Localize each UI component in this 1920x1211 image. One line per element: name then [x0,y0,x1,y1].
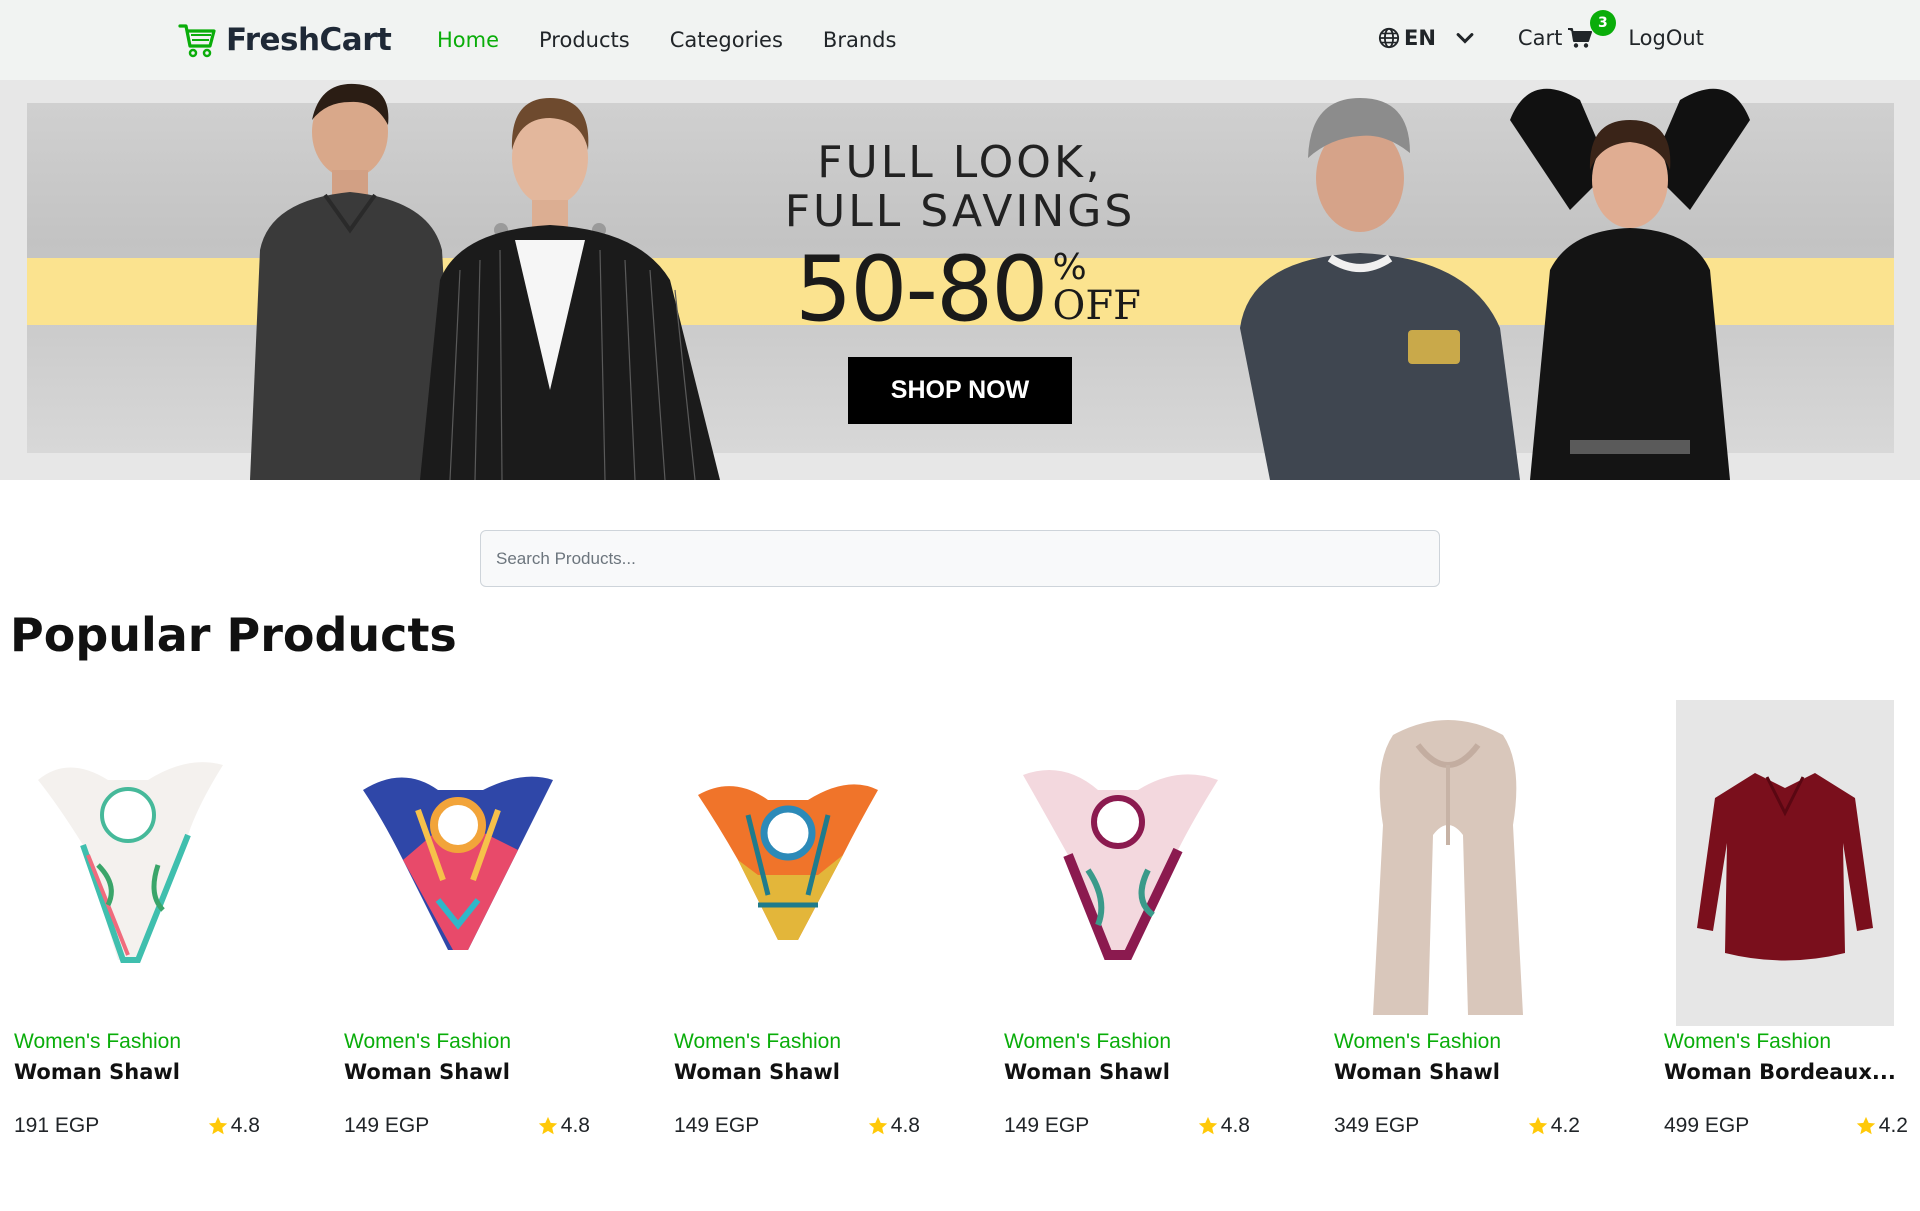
product-rating: 4.8 [207,1114,260,1138]
product-rating: 4.2 [1527,1114,1580,1138]
product-rating: 4.8 [537,1114,590,1138]
bordeaux-blouse-image [1697,773,1873,961]
cart-link[interactable]: Cart 3 [1517,10,1616,50]
product-price: 499 EGP [1664,1114,1750,1137]
chevron-down-icon [1456,33,1474,44]
discount-percent: % [1052,247,1087,288]
rating-value: 4.2 [1550,1114,1580,1137]
globe-icon [1378,27,1400,49]
beige-shawl-image [1372,720,1523,1015]
rating-value: 4.8 [890,1114,920,1137]
rating-value: 4.8 [230,1114,260,1137]
product-card[interactable]: Women's Fashion Woman Shawl 349 EGP 4.2 [1330,700,1580,1160]
rating-value: 4.2 [1878,1114,1908,1137]
product-price: 191 EGP [14,1114,100,1137]
nav-products[interactable]: Products [539,26,630,54]
hero-discount: 50-80 % OFF [795,240,1141,340]
star-icon [868,1116,887,1135]
product-image[interactable] [340,700,575,1030]
product-title[interactable]: Woman Shawl [344,1060,584,1084]
product-category: Women's Fashion [14,1030,182,1053]
product-image[interactable] [10,700,245,1030]
star-icon [538,1116,557,1135]
nav-home[interactable]: Home [437,26,499,54]
logout-link[interactable]: LogOut [1628,26,1704,50]
language-selector[interactable]: EN [1378,26,1476,50]
hero-headline: FULL LOOK, FULL SAVINGS [760,138,1160,236]
discount-off: OFF [1052,283,1141,329]
product-rating: 4.8 [1197,1114,1250,1138]
product-card[interactable]: Women's Fashion Woman Shawl 149 EGP 4.8 [670,700,920,1160]
product-title[interactable]: Woman Shawl [1004,1060,1244,1084]
cart-logo-icon [178,24,216,58]
shopping-cart-icon [1568,28,1593,48]
scarf-image [362,776,553,950]
product-price: 149 EGP [344,1114,430,1137]
hero-headline-line2: FULL SAVINGS [784,186,1136,237]
product-title[interactable]: Woman Shawl [14,1060,254,1084]
search-input[interactable] [480,530,1440,587]
product-grid: Women's Fashion Woman Shawl 191 EGP 4.8 … [0,700,1920,1170]
product-category: Women's Fashion [674,1030,842,1053]
product-category: Women's Fashion [1664,1030,1832,1053]
product-category: Women's Fashion [344,1030,512,1053]
scarf-image [1022,770,1218,960]
product-card[interactable]: Women's Fashion Woman Shawl 191 EGP 4.8 [10,700,260,1160]
discount-suffix: % OFF [1052,240,1141,329]
product-title[interactable]: Woman Shawl [674,1060,914,1084]
nav-actions: EN Cart 3 LogOut [1378,10,1704,50]
product-rating: 4.2 [1855,1114,1908,1138]
product-image[interactable] [1676,700,1894,1026]
product-price: 149 EGP [1004,1114,1090,1137]
shop-now-button[interactable]: SHOP NOW [848,357,1072,424]
product-card[interactable]: Women's Fashion Woman Shawl 149 EGP 4.8 [1000,700,1250,1160]
product-image[interactable] [1000,700,1235,1030]
nav-brands[interactable]: Brands [823,26,897,54]
product-image[interactable] [670,700,905,1030]
scarf-image [37,762,223,963]
star-icon [1198,1116,1217,1135]
rating-value: 4.8 [560,1114,590,1137]
top-navbar: FreshCart Home Products Categories Brand… [0,0,1920,80]
product-category: Women's Fashion [1334,1030,1502,1053]
product-price: 349 EGP [1334,1114,1420,1137]
model-woman-black-image [1510,88,1750,480]
star-icon [1856,1116,1875,1135]
main-nav: Home Products Categories Brands [437,26,936,54]
product-card[interactable]: Women's Fashion Woman Bordeaux... 499 EG… [1660,700,1908,1160]
section-title: Popular Products [10,608,457,662]
brand-logo[interactable]: FreshCart [178,18,392,62]
cart-label: Cart [1517,26,1563,50]
cart-count-badge: 3 [1589,10,1616,36]
brand-name: FreshCart [226,22,392,58]
hero-headline-line1: FULL LOOK, [817,137,1103,188]
nav-categories[interactable]: Categories [670,26,783,54]
product-card[interactable]: Women's Fashion Woman Shawl 149 EGP 4.8 [340,700,590,1160]
language-label: EN [1404,26,1436,50]
product-category: Women's Fashion [1004,1030,1172,1053]
product-price: 149 EGP [674,1114,760,1137]
product-title[interactable]: Woman Bordeaux... [1664,1060,1904,1084]
product-image[interactable] [1330,700,1565,1030]
star-icon [1528,1116,1547,1135]
rating-value: 4.8 [1220,1114,1250,1137]
discount-range: 50-80 [795,237,1049,342]
product-title[interactable]: Woman Shawl [1334,1060,1574,1084]
star-icon [208,1116,227,1135]
hero-banner: FULL LOOK, FULL SAVINGS 50-80 % OFF SHOP… [0,80,1920,480]
model-woman-blazer-image [420,98,720,480]
product-rating: 4.8 [867,1114,920,1138]
scarf-image [697,784,878,940]
